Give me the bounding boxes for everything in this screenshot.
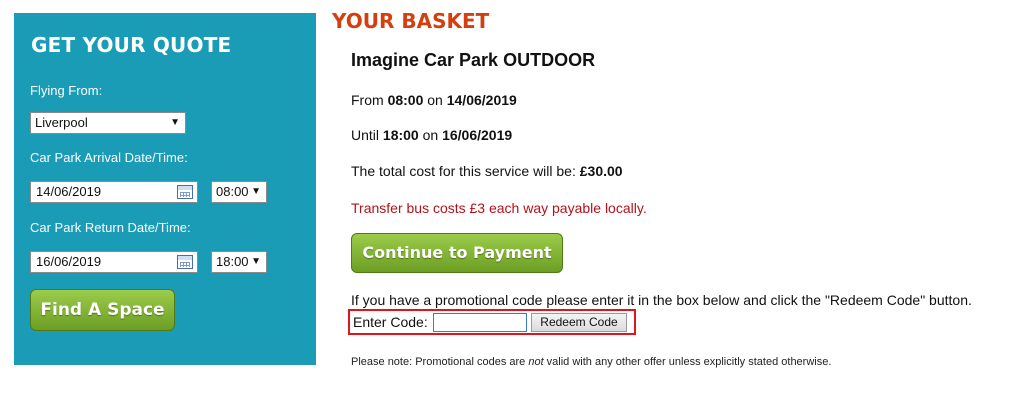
flying-from-value: Liverpool bbox=[35, 115, 88, 130]
calendar-icon[interactable] bbox=[177, 255, 193, 269]
return-label: Car Park Return Date/Time: bbox=[30, 220, 191, 235]
promo-code-input[interactable] bbox=[433, 313, 527, 332]
from-line: From 08:00 on 14/06/2019 bbox=[351, 92, 517, 108]
note-suffix: valid with any other offer unless explic… bbox=[543, 356, 832, 368]
return-time-select[interactable]: 18:00 ▼ bbox=[211, 251, 267, 273]
arrival-time-select[interactable]: 08:00 ▼ bbox=[211, 181, 267, 203]
transfer-note: Transfer bus costs £3 each way payable l… bbox=[351, 200, 647, 216]
basket-heading: YOUR BASKET bbox=[332, 9, 490, 33]
until-on: on bbox=[418, 127, 443, 143]
find-a-space-button[interactable]: Find A Space bbox=[30, 289, 175, 331]
quote-title: GET YOUR QUOTE bbox=[31, 33, 232, 57]
return-date-input[interactable]: 16/06/2019 bbox=[30, 251, 198, 273]
note-emphasis: not bbox=[528, 356, 544, 368]
from-prefix: From bbox=[351, 92, 388, 108]
total-text: The total cost for this service will be: bbox=[351, 163, 580, 179]
return-time-value: 18:00 bbox=[216, 254, 249, 269]
continue-to-payment-button[interactable]: Continue to Payment bbox=[351, 233, 563, 273]
promo-note: Please note: Promotional codes are not v… bbox=[351, 356, 831, 368]
promo-code-label: Enter Code: bbox=[353, 314, 428, 330]
arrival-date-value: 14/06/2019 bbox=[36, 184, 102, 199]
flying-from-select[interactable]: Liverpool ▼ bbox=[30, 112, 186, 134]
until-date: 16/06/2019 bbox=[442, 127, 513, 143]
from-time: 08:00 bbox=[387, 92, 424, 108]
note-prefix: Please note: Promotional codes are bbox=[351, 356, 529, 368]
promo-code-box: Enter Code: Redeem Code bbox=[348, 309, 636, 335]
total-amount: £30.00 bbox=[579, 163, 623, 179]
redeem-code-button[interactable]: Redeem Code bbox=[531, 313, 627, 332]
flying-from-label: Flying From: bbox=[30, 83, 103, 98]
product-name: Imagine Car Park OUTDOOR bbox=[351, 50, 596, 70]
arrival-date-input[interactable]: 14/06/2019 bbox=[30, 181, 198, 203]
from-date: 14/06/2019 bbox=[446, 92, 517, 108]
promo-instructions: If you have a promotional code please en… bbox=[351, 292, 972, 308]
arrival-label: Car Park Arrival Date/Time: bbox=[30, 150, 188, 165]
calendar-icon[interactable] bbox=[177, 185, 193, 199]
chevron-down-icon: ▼ bbox=[251, 256, 261, 267]
arrival-time-value: 08:00 bbox=[216, 184, 249, 199]
until-time: 18:00 bbox=[382, 127, 419, 143]
quote-panel: GET YOUR QUOTE Flying From: Liverpool ▼ … bbox=[14, 13, 316, 365]
from-on: on bbox=[423, 92, 447, 108]
total-line: The total cost for this service will be:… bbox=[351, 163, 623, 179]
until-prefix: Until bbox=[351, 127, 383, 143]
until-line: Until 18:00 on 16/06/2019 bbox=[351, 127, 512, 143]
chevron-down-icon: ▼ bbox=[251, 186, 261, 197]
return-date-value: 16/06/2019 bbox=[36, 254, 102, 269]
chevron-down-icon: ▼ bbox=[170, 117, 180, 128]
